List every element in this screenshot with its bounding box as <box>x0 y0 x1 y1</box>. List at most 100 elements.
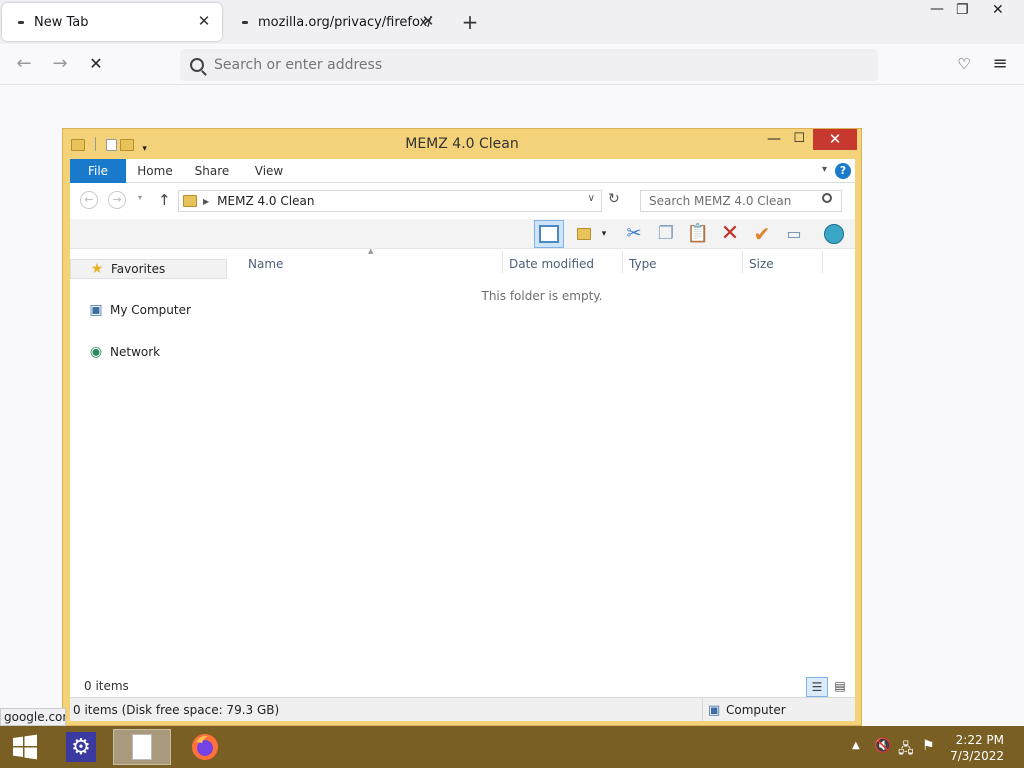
search-input[interactable]: Search MEMZ 4.0 Clean <box>640 190 842 212</box>
stop-loading-icon[interactable]: ✕ <box>84 53 108 77</box>
explorer-content: File Home Share View ▾ ? ← → ▾ ↑ ▶ MEMZ … <box>70 159 855 722</box>
nav-item-label: Favorites <box>111 262 166 276</box>
nav-item-favorites[interactable]: ★ Favorites <box>70 259 227 279</box>
firefox-icon <box>192 734 218 760</box>
tab-view[interactable]: View <box>244 159 294 183</box>
cut-icon[interactable]: ✂ <box>622 222 646 246</box>
help-icon[interactable]: ? <box>835 163 851 179</box>
link-status-text: google.com <box>0 708 66 726</box>
tab-label: New Tab <box>34 14 89 30</box>
close-tab-icon[interactable]: ✕ <box>194 12 214 30</box>
checkmark-icon[interactable]: ✔ <box>750 222 774 246</box>
tab-new-tab[interactable]: New Tab ✕ <box>2 3 222 41</box>
address-breadcrumb[interactable]: ▶ MEMZ 4.0 Clean ∨ <box>178 190 602 212</box>
address-bar[interactable] <box>180 49 878 81</box>
rename-icon[interactable]: ▭ <box>782 222 806 246</box>
volume-muted-icon[interactable]: 🔇 <box>874 738 891 754</box>
status-text: 0 items (Disk free space: 79.3 GB) <box>73 703 280 717</box>
chevron-right-icon[interactable]: ▶ <box>203 197 209 206</box>
column-header-name[interactable]: Name <box>248 257 283 271</box>
taskbar-settings-app[interactable]: ⚙ <box>52 729 110 765</box>
preview-pane-icon[interactable] <box>534 220 564 248</box>
chevron-down-icon[interactable]: ▾ <box>598 222 610 246</box>
network-status-icon[interactable]: 🖧 <box>898 738 914 762</box>
document-icon <box>132 734 152 760</box>
tab-label: mozilla.org/privacy/firefox/ <box>258 14 432 30</box>
gear-icon: ⚙ <box>66 732 96 762</box>
browser-tab-bar: New Tab ✕ mozilla.org/privacy/firefox/ ✕… <box>0 0 1024 44</box>
action-center-flag-icon[interactable]: ⚑ <box>922 738 935 754</box>
forward-icon[interactable]: → <box>48 53 72 77</box>
expand-ribbon-icon[interactable]: ▾ <box>822 164 827 175</box>
nav-item-network[interactable]: ◉ Network <box>88 345 160 359</box>
nav-item-label: Network <box>110 345 161 359</box>
close-window-icon[interactable]: ✕ <box>992 2 1004 18</box>
tab-file[interactable]: File <box>70 159 126 183</box>
browser-nav-bar: ← → ✕ ♡ ≡ <box>0 44 1024 85</box>
explorer-window: ▾ MEMZ 4.0 Clean — ☐ ✕ File Home Share V… <box>62 128 862 726</box>
taskbar: ⚙ ▲ 🔇 🖧 ⚑ 2:22 PM 7/3/2022 <box>0 726 1024 768</box>
delete-icon[interactable]: ✕ <box>718 222 742 246</box>
restore-icon[interactable]: ❐ <box>956 2 969 18</box>
windows-logo-icon <box>13 734 37 760</box>
taskbar-firefox-app[interactable] <box>176 729 234 765</box>
recent-locations-icon[interactable]: ▾ <box>138 193 142 202</box>
forward-icon[interactable]: → <box>108 191 126 209</box>
refresh-icon[interactable]: ↻ <box>608 191 620 207</box>
navigation-pane: ★ Favorites ▣ My Computer ◉ Network <box>70 249 230 669</box>
breadcrumb-item[interactable]: MEMZ 4.0 Clean <box>217 194 314 208</box>
minimize-icon[interactable]: — <box>767 131 781 147</box>
tab-favicon-icon <box>242 20 248 24</box>
back-icon[interactable]: ← <box>80 191 98 209</box>
window-title: MEMZ 4.0 Clean <box>405 136 519 152</box>
globe-icon[interactable] <box>822 222 846 246</box>
paste-icon[interactable]: 📋 <box>686 222 710 246</box>
tab-mozilla-privacy[interactable]: mozilla.org/privacy/firefox/ ✕ <box>226 3 446 41</box>
tab-share[interactable]: Share <box>186 159 238 183</box>
column-header-type[interactable]: Type <box>629 257 657 271</box>
empty-folder-message: This folder is empty. <box>481 289 603 303</box>
back-icon[interactable]: ← <box>12 53 36 77</box>
search-icon[interactable] <box>822 193 832 203</box>
ribbon-tabs: File Home Share View ▾ ? <box>70 159 855 183</box>
start-button[interactable] <box>0 729 50 765</box>
star-icon: ★ <box>90 261 104 277</box>
show-hidden-icons-icon[interactable]: ▲ <box>852 740 860 751</box>
address-row: ← → ▾ ↑ ▶ MEMZ 4.0 Clean ∨ ↻ Search MEMZ… <box>70 183 855 219</box>
nav-item-label: My Computer <box>110 303 191 317</box>
address-input[interactable] <box>214 57 814 73</box>
network-icon: ◉ <box>89 344 103 360</box>
column-header-size[interactable]: Size <box>749 257 774 271</box>
new-tab-button[interactable]: + <box>460 10 480 34</box>
minimize-icon[interactable]: — <box>930 1 944 17</box>
computer-icon: ▣ <box>708 703 721 718</box>
copy-icon[interactable]: ❐ <box>654 222 678 246</box>
clock-date: 7/3/2022 <box>950 749 1004 763</box>
sort-ascending-icon: ▲ <box>368 247 374 255</box>
details-view-icon[interactable]: ☰ <box>806 677 828 697</box>
clock-time: 2:22 PM <box>955 733 1004 747</box>
column-header-date-modified[interactable]: Date modified <box>509 257 594 271</box>
system-clock[interactable]: 2:22 PM 7/3/2022 <box>950 732 1004 764</box>
close-window-button[interactable]: ✕ <box>813 129 857 150</box>
tab-home[interactable]: Home <box>130 159 180 183</box>
command-toolbar: ▾ ✂ ❐ 📋 ✕ ✔ ▭ <box>70 219 855 249</box>
tab-favicon-icon <box>18 20 24 24</box>
status-location: Computer <box>726 703 786 717</box>
nav-item-my-computer[interactable]: ▣ My Computer <box>88 303 191 317</box>
chevron-down-icon[interactable]: ∨ <box>588 193 595 204</box>
up-arrow-icon[interactable]: ↑ <box>158 191 171 209</box>
computer-icon: ▣ <box>89 302 103 318</box>
status-bar: 0 items (Disk free space: 79.3 GB) ▣ Com… <box>70 697 855 722</box>
window-title-bar[interactable]: ▾ MEMZ 4.0 Clean — ☐ ✕ <box>63 129 861 159</box>
folder-icon <box>183 195 197 207</box>
taskbar-explorer-app[interactable] <box>113 729 171 765</box>
close-tab-icon[interactable]: ✕ <box>418 12 438 30</box>
pocket-icon[interactable]: ♡ <box>952 53 976 77</box>
large-icons-view-icon[interactable]: ▤ <box>832 679 848 695</box>
menu-icon[interactable]: ≡ <box>988 53 1012 77</box>
search-icon <box>190 58 204 72</box>
item-count: 0 items <box>84 679 129 693</box>
maximize-icon[interactable]: ☐ <box>793 131 805 146</box>
new-folder-icon[interactable] <box>572 222 596 246</box>
